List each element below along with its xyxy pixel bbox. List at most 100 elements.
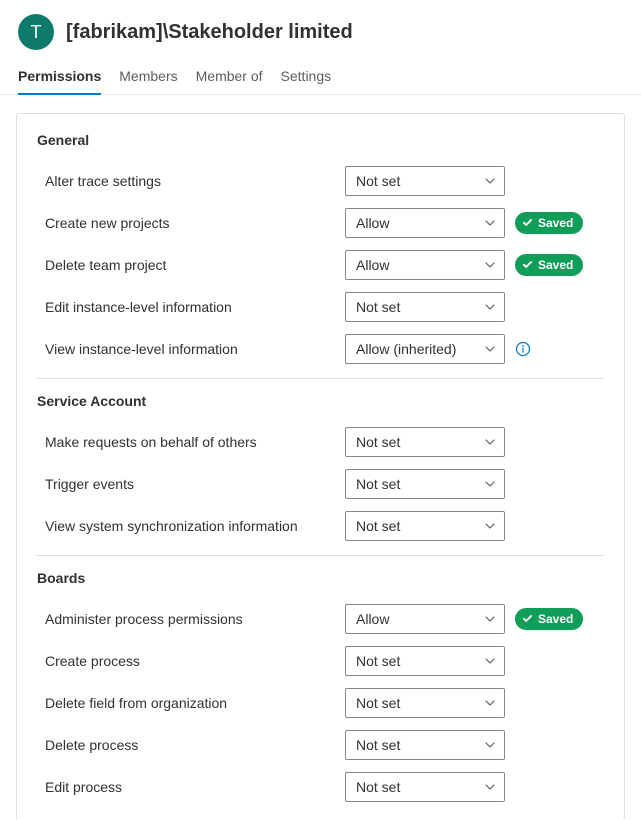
permission-value: Not set xyxy=(356,653,400,669)
permission-row: Delete team project Allow Saved xyxy=(37,244,604,286)
permission-value: Allow (inherited) xyxy=(356,341,456,357)
saved-label: Saved xyxy=(538,258,573,272)
tab-member-of[interactable]: Member of xyxy=(196,60,263,94)
chevron-down-icon xyxy=(484,259,496,271)
permission-label: View system synchronization information xyxy=(37,518,335,534)
permission-label: Edit instance-level information xyxy=(37,299,335,315)
permission-select[interactable]: Not set xyxy=(345,646,505,676)
permission-row: View system synchronization information N… xyxy=(37,505,604,547)
chevron-down-icon xyxy=(484,655,496,667)
chevron-down-icon xyxy=(484,613,496,625)
permission-row: Trigger events Not set xyxy=(37,463,604,505)
permission-group: Administer process permissions Allow Saved… xyxy=(37,598,604,808)
chevron-down-icon xyxy=(484,781,496,793)
chevron-down-icon xyxy=(484,781,496,793)
section-title: Boards xyxy=(37,570,604,586)
chevron-down-icon xyxy=(484,175,496,187)
tab-bar: Permissions Members Member of Settings xyxy=(0,60,641,95)
permission-group: Alter trace settingsNot set Create new pr… xyxy=(37,160,604,379)
permission-value: Not set xyxy=(356,779,400,795)
chevron-down-icon xyxy=(484,301,496,313)
chevron-down-icon xyxy=(484,739,496,751)
saved-badge: Saved xyxy=(515,254,583,276)
section-title: Service Account xyxy=(37,393,604,409)
permission-row: View instance-level information Allow (in… xyxy=(37,328,604,370)
chevron-down-icon xyxy=(484,478,496,490)
permission-value: Not set xyxy=(356,518,400,534)
permission-label: Delete process xyxy=(37,737,335,753)
permission-value: Not set xyxy=(356,434,400,450)
chevron-down-icon xyxy=(484,613,496,625)
permission-value: Not set xyxy=(356,695,400,711)
permission-label: View instance-level information xyxy=(37,341,335,357)
check-icon xyxy=(522,217,533,228)
permission-label: Edit process xyxy=(37,779,335,795)
permission-select[interactable]: Allow xyxy=(345,604,505,634)
info-icon[interactable] xyxy=(515,341,531,357)
permission-label: Delete team project xyxy=(37,257,335,273)
permission-label: Make requests on behalf of others xyxy=(37,434,335,450)
permission-row: Delete process Not set xyxy=(37,724,604,766)
permission-select[interactable]: Not set xyxy=(345,292,505,322)
avatar: T xyxy=(18,14,54,50)
permission-value: Not set xyxy=(356,737,400,753)
section-title: General xyxy=(37,132,604,148)
permission-label: Trigger events xyxy=(37,476,335,492)
saved-badge: Saved xyxy=(515,212,583,234)
tab-settings[interactable]: Settings xyxy=(281,60,332,94)
permission-label: Create process xyxy=(37,653,335,669)
permission-row: Make requests on behalf of others Not set xyxy=(37,421,604,463)
check-icon xyxy=(522,259,533,270)
permission-value: Allow xyxy=(356,257,389,273)
chevron-down-icon xyxy=(484,343,496,355)
permission-select[interactable]: Not set xyxy=(345,511,505,541)
chevron-down-icon xyxy=(484,301,496,313)
chevron-down-icon xyxy=(484,655,496,667)
permission-select[interactable]: Allow (inherited) xyxy=(345,334,505,364)
saved-label: Saved xyxy=(538,612,573,626)
permission-value: Not set xyxy=(356,476,400,492)
chevron-down-icon xyxy=(484,217,496,229)
tab-members[interactable]: Members xyxy=(119,60,177,94)
permission-row: Edit instance-level information Not set xyxy=(37,286,604,328)
chevron-down-icon xyxy=(484,520,496,532)
avatar-letter: T xyxy=(31,22,42,43)
permission-row: Alter trace settingsNot set xyxy=(37,160,604,202)
permission-row: Create process Not set xyxy=(37,640,604,682)
chevron-down-icon xyxy=(484,343,496,355)
permission-select[interactable]: Not set xyxy=(345,730,505,760)
permission-select[interactable]: Allow xyxy=(345,250,505,280)
permission-row: Delete field from organization Not set xyxy=(37,682,604,724)
permission-select[interactable]: Not set xyxy=(345,166,505,196)
info-button[interactable] xyxy=(515,341,531,357)
permission-value: Not set xyxy=(356,173,400,189)
saved-badge: Saved xyxy=(515,608,583,630)
permission-label: Create new projects xyxy=(37,215,335,231)
permission-select[interactable]: Not set xyxy=(345,427,505,457)
permissions-panel: General Alter trace settingsNot set Create… xyxy=(16,113,625,820)
permission-select[interactable]: Not set xyxy=(345,772,505,802)
permission-value: Not set xyxy=(356,299,400,315)
chevron-down-icon xyxy=(484,697,496,709)
page-title: [fabrikam]\Stakeholder limited xyxy=(66,21,353,44)
chevron-down-icon xyxy=(484,175,496,187)
page-header: T [fabrikam]\Stakeholder limited xyxy=(0,0,641,60)
chevron-down-icon xyxy=(484,739,496,751)
permission-row: Administer process permissions Allow Saved xyxy=(37,598,604,640)
permission-select[interactable]: Allow xyxy=(345,208,505,238)
tab-permissions[interactable]: Permissions xyxy=(18,60,101,94)
permission-group: Make requests on behalf of others Not set… xyxy=(37,421,604,556)
permission-row: Edit process Not set xyxy=(37,766,604,808)
permission-label: Administer process permissions xyxy=(37,611,335,627)
chevron-down-icon xyxy=(484,478,496,490)
permission-value: Allow xyxy=(356,611,389,627)
chevron-down-icon xyxy=(484,436,496,448)
permission-label: Delete field from organization xyxy=(37,695,335,711)
saved-label: Saved xyxy=(538,216,573,230)
permission-value: Allow xyxy=(356,215,389,231)
chevron-down-icon xyxy=(484,436,496,448)
check-icon xyxy=(522,613,533,624)
permission-select[interactable]: Not set xyxy=(345,469,505,499)
chevron-down-icon xyxy=(484,217,496,229)
permission-select[interactable]: Not set xyxy=(345,688,505,718)
